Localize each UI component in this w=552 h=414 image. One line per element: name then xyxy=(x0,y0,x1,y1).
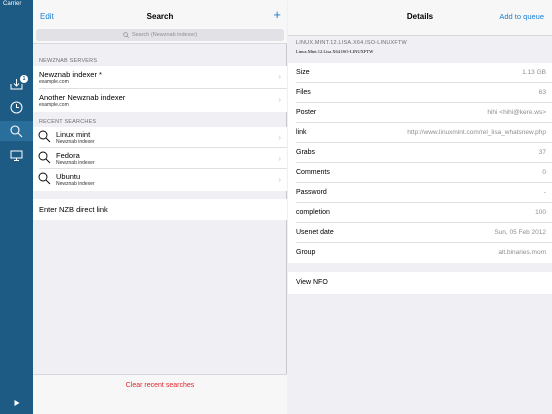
sidebar-item-search[interactable] xyxy=(0,121,33,141)
server-name: Newznab indexer * xyxy=(39,70,102,79)
chevron-right-icon: › xyxy=(278,72,281,81)
recent-section-header: RECENT SEARCHES xyxy=(39,119,97,125)
detail-label: Group xyxy=(296,249,316,256)
clear-recent-button[interactable]: Clear recent searches xyxy=(33,374,287,414)
detail-value: 37 xyxy=(538,149,546,156)
detail-row-size: Size 1.13 GB xyxy=(288,63,552,83)
detail-label: Poster xyxy=(296,109,317,116)
add-to-queue-button[interactable]: Add to queue xyxy=(499,12,544,21)
search-pane: Edit Search + Search (Newznab indexer) N… xyxy=(33,0,287,414)
detail-label: completion xyxy=(296,209,330,216)
search-icon xyxy=(123,32,129,38)
details-header: Details Add to queue xyxy=(288,0,552,36)
details-pane: Details Add to queue LINUX.MINT.12.LISA.… xyxy=(288,0,552,414)
detail-row-password: Password - xyxy=(288,183,552,203)
search-bar: Search (Newznab indexer) xyxy=(33,28,287,44)
recent-search-row[interactable]: Ubuntu Newznab indexer › xyxy=(33,169,287,191)
play-icon xyxy=(14,399,19,406)
detail-row-comments: Comments 0 xyxy=(288,163,552,183)
recent-indexer: Newznab indexer xyxy=(56,181,95,187)
servers-section-header: NEWZNAB SERVERS xyxy=(39,58,98,64)
sidebar-item-downloads[interactable]: 1 xyxy=(8,75,28,93)
sidebar: Carrier 1 xyxy=(0,0,33,414)
recent-search-row[interactable]: Linux mint Newznab indexer › xyxy=(33,127,287,148)
recent-query: Fedora xyxy=(56,151,80,160)
server-row[interactable]: Another Newznab indexer example.com › xyxy=(33,89,287,112)
search-icon xyxy=(38,130,51,143)
recent-query: Ubuntu xyxy=(56,172,81,181)
downloads-badge: 1 xyxy=(20,75,28,83)
server-host: example.com xyxy=(39,102,69,108)
server-name: Another Newznab indexer xyxy=(39,93,126,102)
add-button[interactable]: + xyxy=(273,8,281,21)
detail-row-grabs: Grabs 37 xyxy=(288,143,552,163)
app: Carrier 1 Edit Search + Search (Newznab … xyxy=(0,0,552,414)
search-input[interactable]: Search (Newznab indexer) xyxy=(36,29,284,41)
detail-value: - xyxy=(543,189,546,196)
search-placeholder: Search (Newznab indexer) xyxy=(131,32,198,38)
search-icon xyxy=(38,151,51,164)
detail-value: 1.13 GB xyxy=(522,69,546,76)
recent-search-row[interactable]: Fedora Newznab indexer › xyxy=(33,148,287,169)
chevron-right-icon: › xyxy=(278,133,281,142)
detail-value: hihi <hihi@kere.ws> xyxy=(487,109,546,116)
sidebar-item-history[interactable] xyxy=(8,99,25,116)
search-header: Edit Search + xyxy=(33,0,287,28)
recent-indexer: Newznab indexer xyxy=(56,160,95,166)
chevron-right-icon: › xyxy=(278,154,281,163)
view-nfo-label: View NFO xyxy=(296,279,328,286)
nzb-filename: LINUX.MINT.12.LISA.X64.ISO-LINUXFTW xyxy=(296,40,407,46)
sidebar-item-play[interactable] xyxy=(8,394,25,411)
detail-link-value[interactable]: http://www.linuxmint.com/rel_lisa_whatsn… xyxy=(407,129,546,136)
detail-row-poster: Poster hihi <hihi@kere.ws> xyxy=(288,103,552,123)
detail-row-link[interactable]: link http://www.linuxmint.com/rel_lisa_w… xyxy=(288,123,552,143)
direct-link-label: Enter NZB direct link xyxy=(39,205,108,214)
server-host: example.com xyxy=(39,79,69,85)
detail-value: 100 xyxy=(535,209,546,216)
detail-label: Files xyxy=(296,89,311,96)
detail-row-files: Files 63 xyxy=(288,83,552,103)
detail-label: link xyxy=(296,129,307,136)
view-nfo-row[interactable]: View NFO xyxy=(288,272,552,294)
detail-row-completion: completion 100 xyxy=(288,203,552,223)
nzb-subname: Linux.Mint.12.Lisa.X64.ISO-LINUXFTW xyxy=(296,49,374,54)
search-icon xyxy=(10,124,23,137)
detail-value: 0 xyxy=(542,169,546,176)
server-row[interactable]: Newznab indexer * example.com › xyxy=(33,66,287,89)
detail-label: Grabs xyxy=(296,149,316,156)
chevron-right-icon: › xyxy=(278,175,281,184)
chevron-right-icon: › xyxy=(278,95,281,104)
detail-value: alt.binaries.mom xyxy=(498,249,546,256)
recent-indexer: Newznab indexer xyxy=(56,139,95,145)
detail-row-usenet-date: Usenet date Sun, 05 Feb 2012 xyxy=(288,223,552,243)
detail-label: Size xyxy=(296,69,310,76)
detail-value: Sun, 05 Feb 2012 xyxy=(494,229,546,236)
direct-link-row[interactable]: Enter NZB direct link xyxy=(33,199,287,220)
detail-row-group: Group alt.binaries.mom xyxy=(288,243,552,263)
monitor-icon xyxy=(10,150,23,161)
search-icon xyxy=(38,172,51,185)
recent-query: Linux mint xyxy=(56,130,91,139)
detail-label: Comments xyxy=(296,169,330,176)
detail-label: Usenet date xyxy=(296,229,334,236)
detail-value: 63 xyxy=(538,89,546,96)
detail-label: Password xyxy=(296,189,327,196)
clock-icon xyxy=(10,101,23,114)
carrier-label: Carrier xyxy=(3,1,22,7)
search-title: Search xyxy=(146,12,174,21)
sidebar-item-server[interactable] xyxy=(8,147,25,164)
